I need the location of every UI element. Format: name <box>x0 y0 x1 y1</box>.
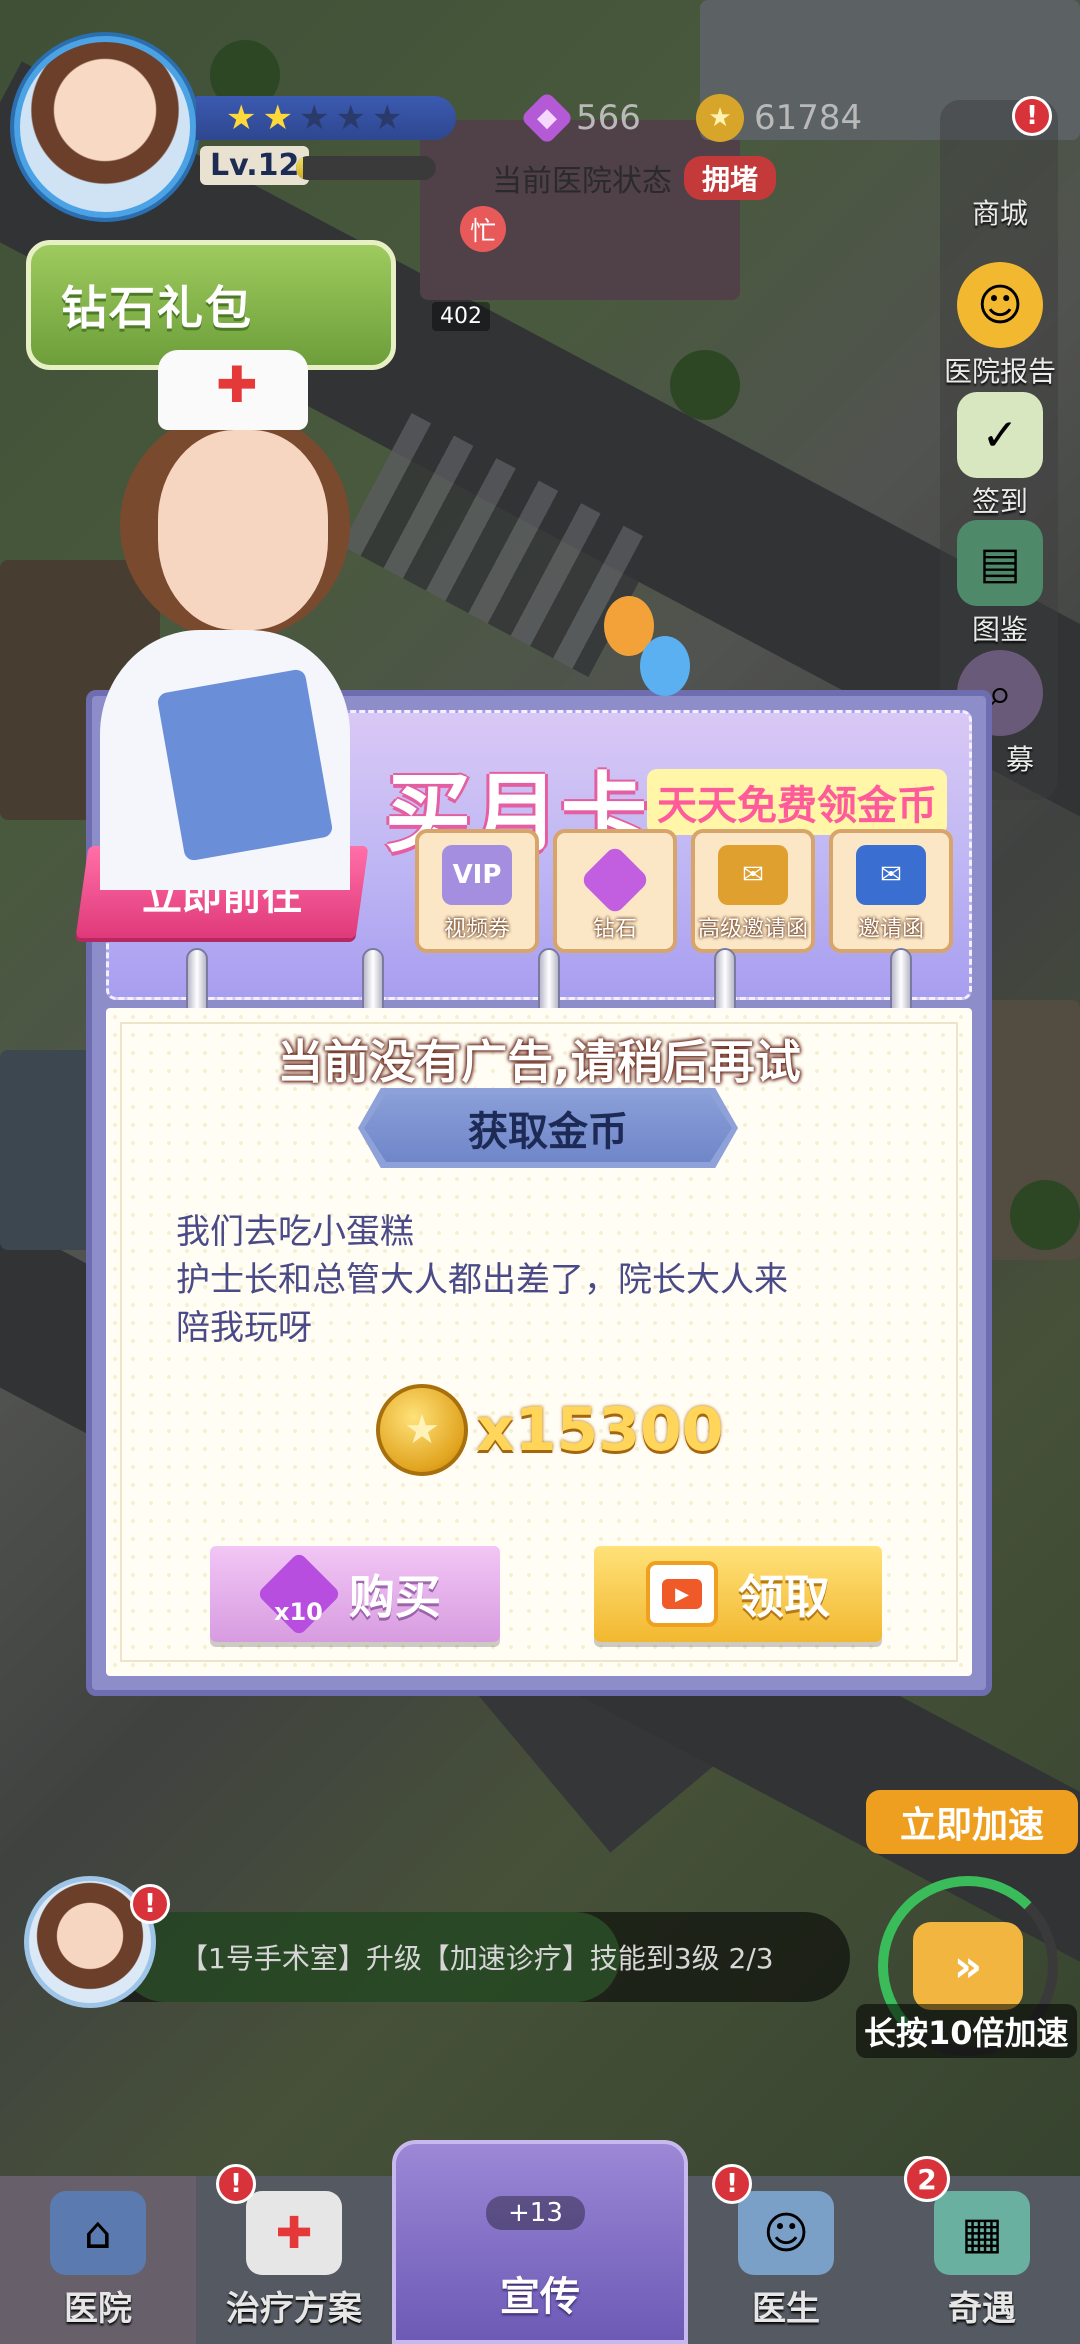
reward-tile-label: 视频券 <box>443 917 510 942</box>
task-text: 【1号手术室】升级【加速诊疗】技能到3级 2/3 <box>180 1942 774 1975</box>
nav-doctor[interactable]: ☺ 医生 <box>688 2176 884 2344</box>
modal-body: 当前没有广告,请稍后再试 获取金币 我们去吃小蛋糕 护士长和总管大人都出差了，院… <box>106 1008 972 1676</box>
coin-icon: ★ <box>696 94 744 142</box>
event-count-badge: 2 <box>904 2156 950 2202</box>
speed-up-label: 立即加速 <box>899 1805 1044 1846</box>
get-coins-label: 获取金币 <box>468 1109 628 1155</box>
nurse-character: ✚ <box>80 350 380 890</box>
balloon-icon <box>640 636 690 696</box>
red-cross-icon: ✚ <box>216 356 258 414</box>
notification-badge: ! <box>712 2164 752 2204</box>
star-icon: ★ <box>298 98 330 138</box>
reward-tile-label: 高级邀请函 <box>697 917 808 942</box>
nav-adventure[interactable]: ▦ 奇遇 <box>884 2176 1080 2344</box>
reward-tile-diamond: 钻石 <box>553 829 677 953</box>
buy-label: 购买 <box>349 1570 441 1624</box>
story-text: 我们去吃小蛋糕 护士长和总管大人都出差了，院长大人来 陪我玩呀 <box>176 1208 936 1352</box>
side-item-label: 签到 <box>971 485 1028 518</box>
diamond-count: 566 <box>576 98 641 138</box>
video-ad-icon: ▶ <box>646 1561 718 1627</box>
buy-quantity: x10 <box>274 1598 323 1626</box>
coin-reward: ★ x15300 <box>376 1384 723 1476</box>
star-icon: ★ <box>262 98 293 138</box>
story-line: 陪我玩呀 <box>176 1308 312 1348</box>
side-item-label: 医院报告 <box>943 355 1056 388</box>
diamond-pack-label: 钻石礼包 <box>61 281 253 335</box>
get-coins-banner: 获取金币 <box>358 1088 738 1168</box>
side-item-cards[interactable]: ▤ 图鉴 <box>930 520 1070 648</box>
nav-hospital[interactable]: ⌂ 医院 <box>0 2176 196 2344</box>
invite-icon: ✉ <box>856 845 926 905</box>
diamond-counter[interactable]: ◆ 566 <box>520 91 641 145</box>
reward-tile-video-ticket: VIP 视频券 <box>415 829 539 953</box>
reward-tile-label: 钻石 <box>592 917 637 942</box>
task-bar[interactable]: 【1号手术室】升级【加速诊疗】技能到3级 2/3 <box>60 1912 850 2002</box>
coin-counter[interactable]: ★ 61784 <box>696 94 862 142</box>
diamond-icon <box>579 844 651 916</box>
side-item-signin[interactable]: ✓ 签到 <box>930 392 1070 520</box>
busy-badge: 忙 <box>460 206 506 252</box>
coin-count: 61784 <box>754 98 863 138</box>
claim-button[interactable]: ▶ 领取 <box>594 1546 882 1642</box>
story-line: 护士长和总管大人都出差了，院长大人来 <box>176 1260 788 1300</box>
star-icon: ★ <box>371 98 403 138</box>
nav-label: 医院 <box>64 2289 132 2329</box>
star-rating: ★ ★ ★ ★ ★ <box>196 96 456 140</box>
diamond-icon: ◆ <box>520 91 574 145</box>
player-avatar[interactable] <box>14 36 196 218</box>
buy-button[interactable]: x10 购买 <box>210 1546 500 1642</box>
star-icon: ★ <box>226 98 257 138</box>
reward-tile-label: 邀请函 <box>857 917 924 942</box>
notification-badge: ! <box>216 2164 256 2204</box>
notification-badge: ! <box>1012 96 1052 136</box>
nav-label: 宣传 <box>500 2274 580 2320</box>
monthly-card-subtitle: 天天免费领金币 <box>647 769 947 835</box>
hospital-status-badge: 拥堵 <box>684 156 777 200</box>
premium-invite-icon: ✉ <box>718 845 788 905</box>
notification-badge: ! <box>130 1884 170 1924</box>
claim-label: 领取 <box>738 1570 830 1624</box>
medkit-icon: ✚ <box>246 2191 342 2275</box>
speed-up-button[interactable]: 立即加速 <box>866 1790 1078 1854</box>
hospital-status: 当前医院状态 拥堵 <box>492 156 777 200</box>
promo-bonus: +13 <box>486 2196 585 2230</box>
report-icon: ☺ <box>957 262 1043 348</box>
nav-label: 医生 <box>752 2289 820 2329</box>
side-item-report[interactable]: ☺ 医院报告 <box>930 262 1070 390</box>
clipboard-icon <box>156 668 334 862</box>
hospital-icon: ⌂ <box>50 2191 146 2275</box>
cards-icon: ▤ <box>957 520 1043 606</box>
adventure-icon: ▦ <box>934 2191 1030 2275</box>
reward-tile-invite: ✉ 邀请函 <box>829 829 953 953</box>
level-progress-bar <box>296 156 436 180</box>
signin-icon: ✓ <box>957 392 1043 478</box>
fast-forward-icon: » <box>913 1922 1023 2010</box>
side-item-shop[interactable]: 商城 <box>930 108 1070 232</box>
no-ad-toast: 当前没有广告,请稍后再试 <box>277 1035 801 1089</box>
story-line: 我们去吃小蛋糕 <box>176 1212 414 1252</box>
side-item-label: 商城 <box>971 197 1028 230</box>
level-label: Lv.12 <box>200 146 310 185</box>
nav-promo[interactable]: +13 宣传 <box>392 2140 688 2344</box>
nav-label: 治疗方案 <box>226 2289 362 2329</box>
nav-label: 奇遇 <box>948 2289 1016 2329</box>
side-item-label: 图鉴 <box>971 613 1028 646</box>
vip-ticket-icon: VIP <box>442 845 512 905</box>
hold-speed-label: 长按10倍加速 <box>856 2004 1077 2058</box>
hospital-status-label: 当前医院状态 <box>492 164 672 199</box>
doctor-icon: ☺ <box>738 2191 834 2275</box>
get-coins-banner-inner: 获取金币 <box>364 1094 732 1162</box>
reward-tile-premium-invite: ✉ 高级邀请函 <box>691 829 815 953</box>
star-icon: ★ <box>335 98 366 138</box>
coin-reward-amount: x15300 <box>476 1395 724 1465</box>
room-count-label: 402 <box>432 302 490 331</box>
coin-icon: ★ <box>376 1384 468 1476</box>
